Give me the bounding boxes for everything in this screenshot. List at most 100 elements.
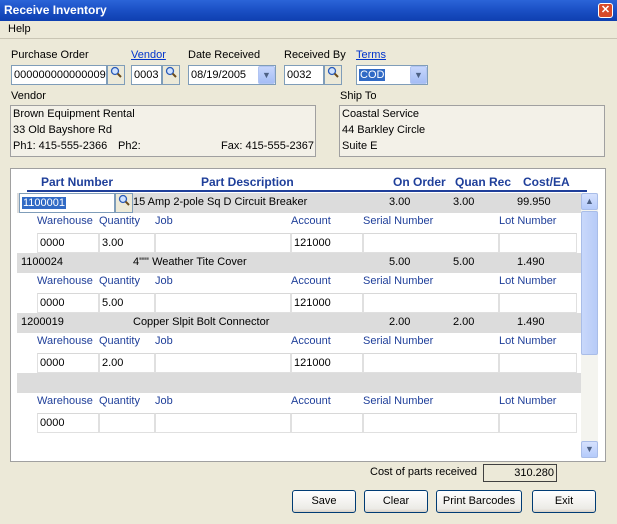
part-lookup-button[interactable] <box>115 193 133 213</box>
lot-cell[interactable] <box>499 353 577 373</box>
table-row[interactable]: 1100024 4""' Weather Tite Cover 5.00 5.0… <box>17 253 581 273</box>
job-cell[interactable] <box>155 413 291 433</box>
lot-cell[interactable] <box>499 233 577 253</box>
account-cell[interactable] <box>291 413 363 433</box>
warehouse-cell[interactable]: 0000 <box>37 413 99 433</box>
col-part-description[interactable]: Part Description <box>201 175 294 189</box>
scroll-thumb[interactable] <box>581 211 598 355</box>
job-cell[interactable] <box>155 293 291 313</box>
vendor-address: 33 Old Bayshore Rd <box>13 124 113 136</box>
sub-quantity-label: Quantity <box>99 215 140 227</box>
row-detail: Warehouse Quantity Job Account Serial Nu… <box>37 275 577 313</box>
quantity-cell[interactable]: 5.00 <box>99 293 155 313</box>
parts-grid: Part Number Part Description On Order Qu… <box>10 168 606 462</box>
vendor-input[interactable]: 0003 <box>131 65 162 85</box>
cost-ea-value[interactable]: 99.950 <box>517 196 551 208</box>
sub-job-label: Job <box>155 335 173 347</box>
terms-link[interactable]: Terms <box>356 49 386 61</box>
sub-quantity-label: Quantity <box>99 275 140 287</box>
quan-rec-value[interactable]: 5.00 <box>453 256 474 268</box>
sub-quantity-label: Quantity <box>99 395 140 407</box>
sub-job-label: Job <box>155 215 173 227</box>
col-cost-ea[interactable]: Cost/EA <box>523 175 570 189</box>
part-description: 4""' Weather Tite Cover <box>133 256 247 268</box>
vendor-phone2: Ph2: <box>118 140 141 152</box>
vendor-lookup-button[interactable] <box>162 65 180 85</box>
po-input[interactable]: 000000000000009 <box>11 65 107 85</box>
received-by-label: Received By <box>284 49 346 61</box>
col-quan-rec[interactable]: Quan Rec <box>455 175 511 189</box>
col-part-number[interactable]: Part Number <box>41 175 113 189</box>
window-title: Receive Inventory <box>4 3 107 17</box>
vendor-name: Brown Equipment Rental <box>13 108 135 120</box>
lot-cell[interactable] <box>499 293 577 313</box>
received-by-lookup-button[interactable] <box>324 65 342 85</box>
window-titlebar: Receive Inventory <box>0 0 617 21</box>
po-label: Purchase Order <box>11 49 89 61</box>
magnifier-icon <box>118 194 130 206</box>
scroll-down-icon[interactable]: ▼ <box>581 441 598 458</box>
shipto-box-label: Ship To <box>340 90 377 102</box>
sub-job-label: Job <box>155 395 173 407</box>
vendor-link[interactable]: Vendor <box>131 49 166 61</box>
received-by-input[interactable]: 0032 <box>284 65 324 85</box>
col-on-order[interactable]: On Order <box>393 175 446 189</box>
warehouse-cell[interactable]: 0000 <box>37 233 99 253</box>
on-order-value: 2.00 <box>389 316 411 328</box>
vendor-box-label: Vendor <box>11 90 46 102</box>
save-button[interactable]: Save <box>292 490 356 513</box>
table-row[interactable]: 1200019 Copper Slpit Bolt Connector 2.00… <box>17 313 581 333</box>
serial-cell[interactable] <box>363 293 499 313</box>
part-description: Copper Slpit Bolt Connector <box>133 316 270 328</box>
warehouse-cell[interactable]: 0000 <box>37 293 99 313</box>
part-number-value[interactable]: 1200019 <box>21 316 64 328</box>
cost-received-label: Cost of parts received <box>370 466 477 478</box>
warehouse-cell[interactable]: 0000 <box>37 353 99 373</box>
quantity-cell[interactable]: 3.00 <box>99 233 155 253</box>
po-lookup-button[interactable] <box>107 65 125 85</box>
part-number-value[interactable]: 1100024 <box>21 256 63 268</box>
row-detail: Warehouse Quantity Job Account Serial Nu… <box>37 215 577 253</box>
sub-account-label: Account <box>291 335 331 347</box>
quantity-cell[interactable] <box>99 413 155 433</box>
exit-button[interactable]: Exit <box>532 490 596 513</box>
account-cell[interactable]: 121000 <box>291 293 363 313</box>
quan-rec-value[interactable]: 3.00 <box>453 196 474 208</box>
sub-warehouse-label: Warehouse <box>37 395 93 407</box>
magnifier-icon <box>327 66 339 78</box>
shipto-info-box: Coastal Service 44 Barkley Circle Suite … <box>339 105 605 157</box>
table-row-empty[interactable] <box>17 373 581 393</box>
shipto-suite: Suite E <box>342 140 378 152</box>
vendor-phone1: Ph1: 415-555-2366 <box>13 140 108 152</box>
magnifier-icon <box>110 66 122 78</box>
terms-dropdown-icon[interactable]: ▼ <box>410 66 427 84</box>
table-row[interactable]: 1100001 15 Amp 2-pole Sq D Circuit Break… <box>17 193 581 213</box>
quan-rec-value[interactable]: 2.00 <box>453 316 474 328</box>
serial-cell[interactable] <box>363 233 499 253</box>
clear-button[interactable]: Clear <box>364 490 428 513</box>
sub-serial-label: Serial Number <box>363 215 434 227</box>
serial-cell[interactable] <box>363 353 499 373</box>
grid-scrollbar[interactable]: ▲ ▼ <box>581 193 598 458</box>
menu-help[interactable]: Help <box>8 23 31 35</box>
account-cell[interactable]: 121000 <box>291 353 363 373</box>
account-cell[interactable]: 121000 <box>291 233 363 253</box>
sub-warehouse-label: Warehouse <box>37 215 93 227</box>
scroll-up-icon[interactable]: ▲ <box>581 193 598 210</box>
date-dropdown-icon[interactable]: ▼ <box>258 66 275 84</box>
quantity-cell[interactable]: 2.00 <box>99 353 155 373</box>
job-cell[interactable] <box>155 353 291 373</box>
sub-serial-label: Serial Number <box>363 275 434 287</box>
close-icon[interactable]: ✕ <box>598 3 613 18</box>
cost-ea-value[interactable]: 1.490 <box>517 256 545 268</box>
on-order-value: 3.00 <box>389 196 411 208</box>
lot-cell[interactable] <box>499 413 577 433</box>
on-order-value: 5.00 <box>389 256 411 268</box>
serial-cell[interactable] <box>363 413 499 433</box>
part-number-input[interactable]: 1100001 <box>19 193 115 213</box>
magnifier-icon <box>165 66 177 78</box>
sub-account-label: Account <box>291 395 331 407</box>
job-cell[interactable] <box>155 233 291 253</box>
print-barcodes-button[interactable]: Print Barcodes <box>436 490 522 513</box>
cost-ea-value[interactable]: 1.490 <box>517 316 545 328</box>
